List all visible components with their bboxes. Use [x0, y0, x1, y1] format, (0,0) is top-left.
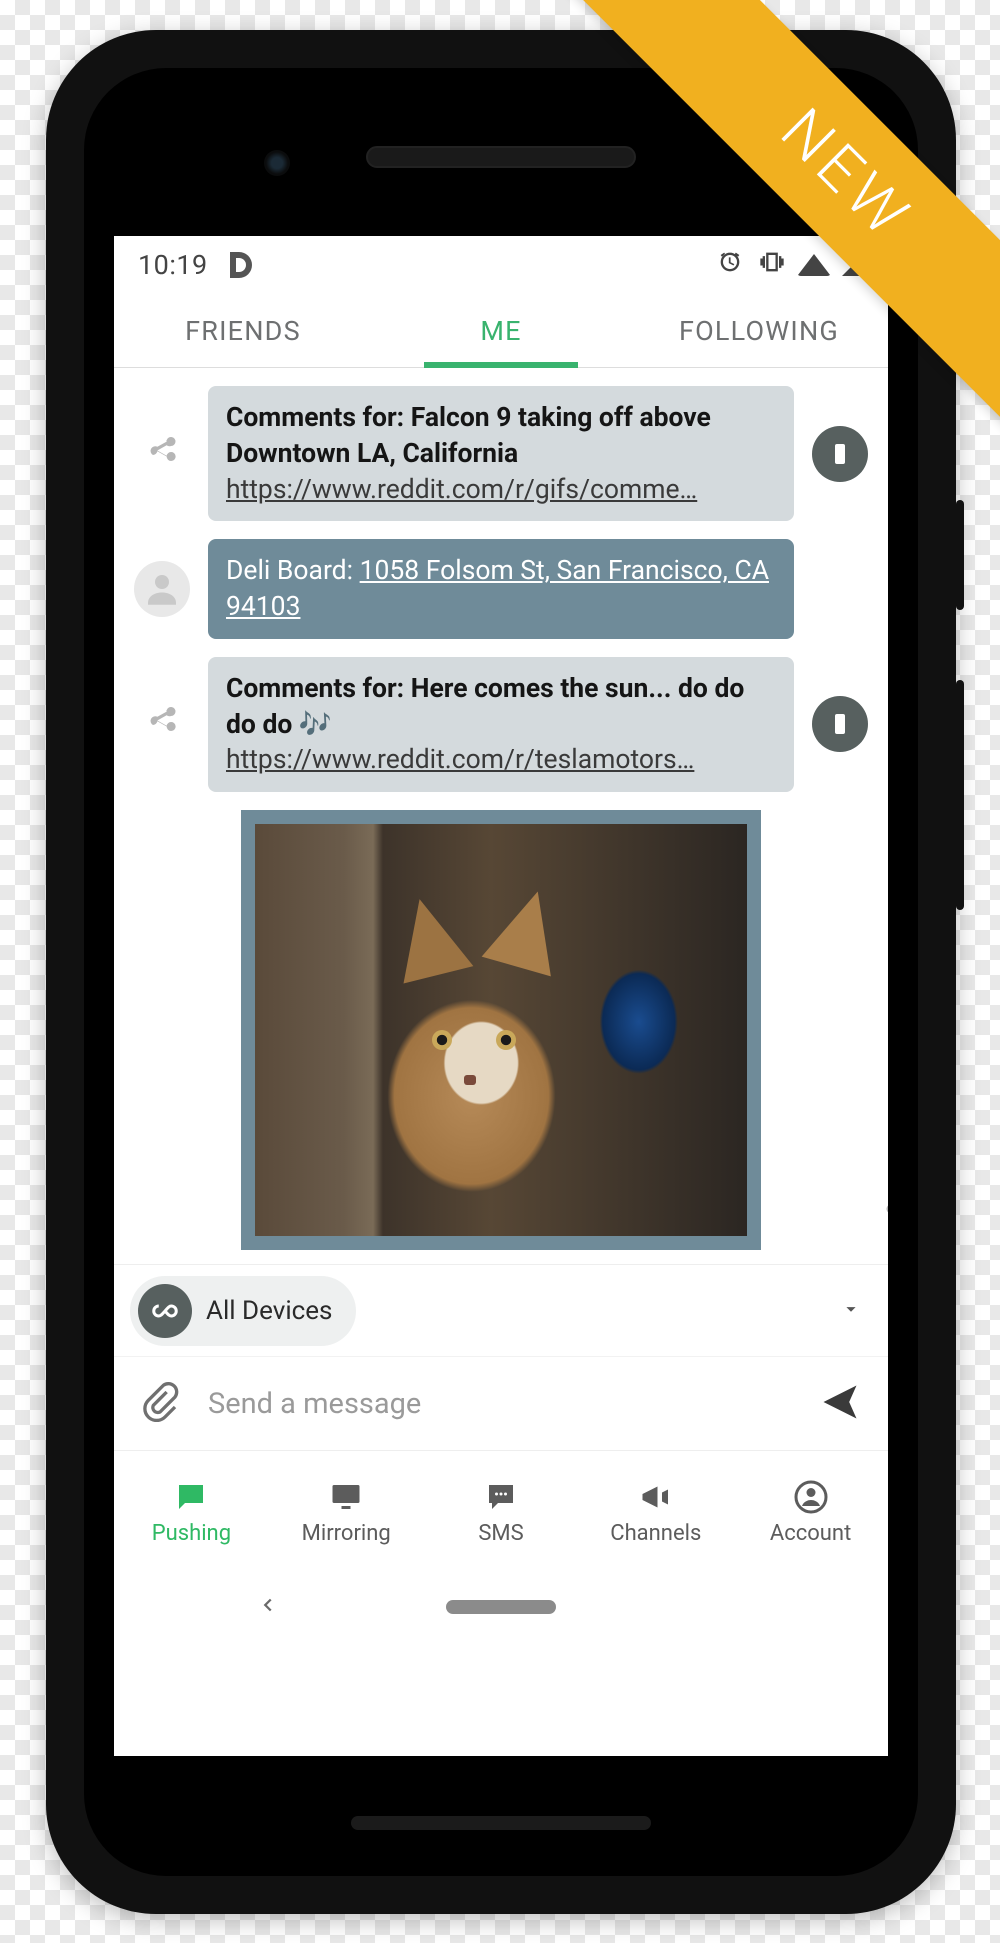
tab-me[interactable]: ME	[372, 294, 630, 367]
back-button[interactable]	[257, 1594, 279, 1620]
megaphone-icon	[638, 1479, 674, 1515]
share-icon[interactable]	[880, 1192, 888, 1232]
earpiece-speaker	[366, 146, 636, 168]
person-icon	[141, 568, 183, 610]
status-bar: 10:19	[114, 236, 888, 294]
message-title: Comments for: Here comes the sun... do d…	[226, 671, 776, 743]
avatar[interactable]	[134, 561, 190, 617]
tab-following[interactable]: FOLLOWING	[630, 294, 888, 367]
message-row: Comments for: Falcon 9 taking off above …	[126, 386, 876, 521]
nav-sms[interactable]: SMS	[424, 1451, 579, 1574]
nav-pushing[interactable]: Pushing	[114, 1451, 269, 1574]
message-bubble[interactable]: Deli Board: 1058 Folsom St, San Francisc…	[208, 539, 794, 639]
cat-photo	[255, 824, 747, 1236]
system-nav-bar	[114, 1574, 888, 1640]
message-input[interactable]: Send a message	[208, 1387, 790, 1421]
cell-signal-icon	[842, 254, 864, 276]
top-tabs: FRIENDS ME FOLLOWING	[114, 294, 888, 368]
compose-bar: Send a message	[114, 1356, 888, 1450]
message-list[interactable]: Comments for: Falcon 9 taking off above …	[114, 368, 888, 1250]
device-selector-label: All Devices	[206, 1296, 332, 1326]
alarm-icon	[716, 248, 744, 283]
message-title: Comments for: Falcon 9 taking off above …	[226, 400, 776, 472]
bottom-nav: Pushing Mirroring SMS Channels Account	[114, 1450, 888, 1574]
message-prefix: Deli Board:	[226, 555, 360, 586]
infinity-icon	[138, 1284, 192, 1338]
phone-icon	[828, 442, 852, 466]
chevron-left-icon	[257, 1594, 279, 1616]
phone-icon	[828, 712, 852, 736]
message-row: Deli Board: 1058 Folsom St, San Francisc…	[126, 539, 876, 639]
send-icon	[818, 1380, 862, 1424]
sms-icon	[483, 1479, 519, 1515]
nav-label: Mirroring	[302, 1521, 391, 1546]
nav-account[interactable]: Account	[733, 1451, 888, 1574]
volume-button	[956, 680, 964, 910]
vibrate-icon	[758, 248, 786, 283]
message-link[interactable]: https://www.reddit.com/r/gifs/comme…	[226, 472, 776, 508]
phone-frame: 10:19 FRIENDS ME FOLLOWING	[46, 30, 956, 1914]
paperclip-icon	[140, 1382, 180, 1422]
account-icon	[793, 1479, 829, 1515]
status-time: 10:19	[138, 249, 208, 281]
home-pill[interactable]	[446, 1600, 556, 1614]
nav-label: Account	[770, 1521, 851, 1546]
device-selector-chip[interactable]: All Devices	[130, 1276, 356, 1346]
bottom-speaker	[351, 1816, 651, 1830]
nav-label: SMS	[478, 1521, 523, 1546]
wifi-icon	[797, 254, 831, 276]
send-button[interactable]	[818, 1380, 862, 1428]
nav-channels[interactable]: Channels	[578, 1451, 733, 1574]
power-button	[956, 500, 964, 610]
android-p-icon	[226, 252, 252, 278]
share-icon[interactable]	[144, 434, 180, 474]
app-screen: 10:19 FRIENDS ME FOLLOWING	[114, 236, 888, 1756]
message-bubble[interactable]: Comments for: Here comes the sun... do d…	[208, 657, 794, 792]
attach-button[interactable]	[140, 1382, 180, 1426]
tab-friends[interactable]: FRIENDS	[114, 294, 372, 367]
message-bubble[interactable]: Comments for: Falcon 9 taking off above …	[208, 386, 794, 521]
share-icon[interactable]	[144, 704, 180, 744]
message-link[interactable]: https://www.reddit.com/r/teslamotors…	[226, 742, 776, 778]
device-badge[interactable]	[812, 426, 868, 482]
nav-label: Channels	[610, 1521, 701, 1546]
message-row: Comments for: Here comes the sun... do d…	[126, 657, 876, 792]
device-badge[interactable]	[812, 696, 868, 752]
monitor-icon	[328, 1479, 364, 1515]
image-message[interactable]	[142, 810, 860, 1250]
dropdown-arrow-icon[interactable]	[840, 1298, 862, 1324]
front-camera	[264, 150, 290, 176]
nav-label: Pushing	[152, 1521, 231, 1546]
nav-mirroring[interactable]: Mirroring	[269, 1451, 424, 1574]
chat-bubble-icon	[173, 1479, 209, 1515]
image-frame	[241, 810, 761, 1250]
device-selector-bar: All Devices	[114, 1264, 888, 1356]
